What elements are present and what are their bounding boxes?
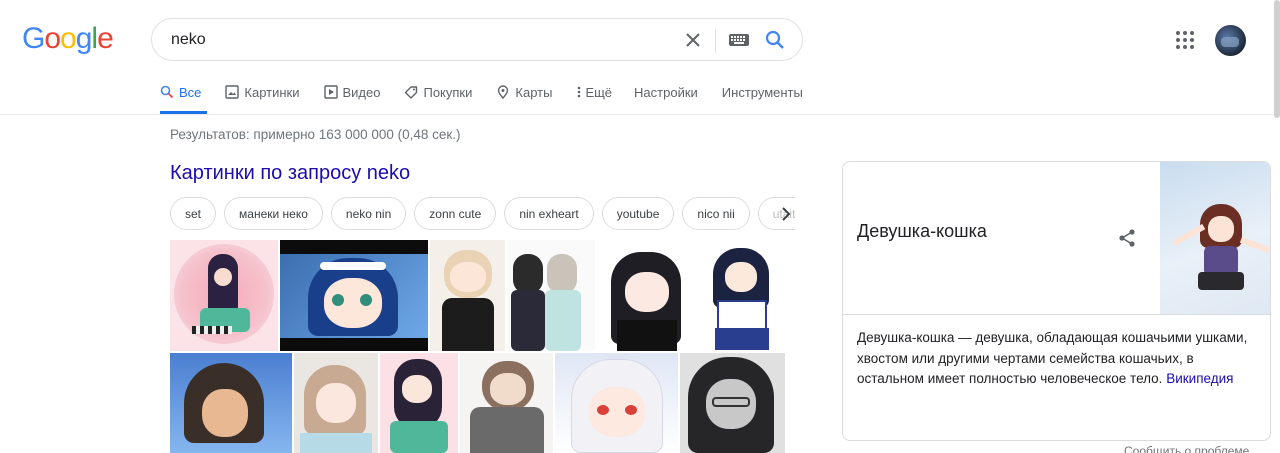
tab-tools[interactable]: Инструменты: [722, 76, 803, 114]
share-icon[interactable]: [1116, 227, 1138, 249]
feedback-link[interactable]: Сообщить о проблеме: [1124, 444, 1249, 453]
knowledge-panel-divider: [843, 314, 1270, 315]
tab-maps[interactable]: Карты: [496, 76, 552, 114]
image-thumbnail[interactable]: [294, 353, 378, 453]
wikipedia-link[interactable]: Википедия: [1166, 371, 1233, 386]
image-thumbnail[interactable]: [507, 240, 595, 351]
image-thumbnail[interactable]: [380, 353, 458, 453]
image-thumbnail[interactable]: [170, 240, 278, 351]
chip[interactable]: nico nii: [682, 197, 750, 230]
image-thumbnail[interactable]: [597, 240, 697, 351]
map-pin-icon: [496, 85, 510, 100]
tab-all[interactable]: Все: [160, 76, 208, 114]
images-section-title[interactable]: Картинки по запросу neko: [170, 162, 410, 185]
chip[interactable]: nin exheart: [504, 197, 594, 230]
chip[interactable]: neko nin: [330, 197, 407, 230]
tag-icon: [404, 85, 418, 99]
tab-more[interactable]: Ещё: [576, 76, 612, 114]
knowledge-panel-description: Девушка-кошка — девушка, обладающая коша…: [857, 328, 1257, 390]
avatar[interactable]: [1215, 25, 1246, 56]
result-stats: Результатов: примерно 163 000 000 (0,48 …: [170, 127, 461, 142]
image-thumbnail[interactable]: [699, 240, 785, 351]
chip[interactable]: youtube: [601, 197, 675, 230]
logo-letter: o: [44, 22, 61, 55]
page-scrollbar[interactable]: [1274, 0, 1280, 118]
tab-images[interactable]: Картинки: [225, 76, 300, 114]
chip[interactable]: zonn cute: [414, 197, 497, 230]
tab-shopping[interactable]: Покупки: [404, 76, 472, 114]
more-vert-icon: [576, 85, 582, 99]
tab-label: Покупки: [423, 85, 473, 100]
tab-settings[interactable]: Настройки: [634, 76, 698, 114]
keyboard-icon[interactable]: [728, 32, 750, 48]
image-thumbnail[interactable]: [280, 240, 428, 351]
search-tabs: Все Картинки Видео Покупки Карты Ещё Нас…: [160, 76, 827, 114]
logo-letter: o: [60, 22, 77, 55]
tab-video[interactable]: Видео: [323, 76, 381, 114]
tab-label: Все: [179, 85, 202, 100]
video-icon: [323, 85, 338, 99]
tab-label: Видео: [342, 85, 381, 100]
tab-label: Карты: [515, 85, 553, 100]
google-logo[interactable]: Google: [22, 22, 114, 56]
chip[interactable]: set: [170, 197, 217, 230]
tab-label: Картинки: [244, 85, 300, 100]
chip[interactable]: манеки неко: [224, 197, 323, 230]
knowledge-panel: Девушка-кошка Девушка-кошка — девушка, о…: [842, 161, 1271, 441]
tab-label: Инструменты: [721, 85, 803, 100]
tabs-divider: [0, 114, 1280, 115]
logo-letter: G: [22, 22, 45, 55]
image-thumbnail[interactable]: [460, 353, 553, 453]
chevron-right-icon[interactable]: [776, 204, 796, 224]
related-chips: set манеки неко neko nin zonn cute nin e…: [170, 197, 795, 231]
search-box: [151, 18, 803, 61]
apps-grid-icon[interactable]: [1175, 30, 1195, 50]
image-thumbnail[interactable]: [680, 353, 785, 453]
image-thumbnail[interactable]: [555, 353, 678, 453]
logo-letter: e: [97, 22, 114, 55]
logo-letter: g: [75, 22, 93, 55]
close-icon[interactable]: [682, 29, 704, 51]
search-input[interactable]: [171, 30, 671, 50]
search-icon: [160, 85, 174, 99]
knowledge-panel-title: Девушка-кошка: [857, 221, 987, 241]
search-icon[interactable]: [764, 29, 786, 51]
image-icon: [225, 85, 240, 99]
search-divider: [715, 29, 716, 53]
tab-label: Настройки: [634, 85, 698, 100]
tab-label: Ещё: [585, 85, 613, 100]
knowledge-panel-image[interactable]: [1160, 162, 1270, 314]
image-thumbnail[interactable]: [430, 240, 505, 351]
image-thumbnail[interactable]: [170, 353, 292, 453]
